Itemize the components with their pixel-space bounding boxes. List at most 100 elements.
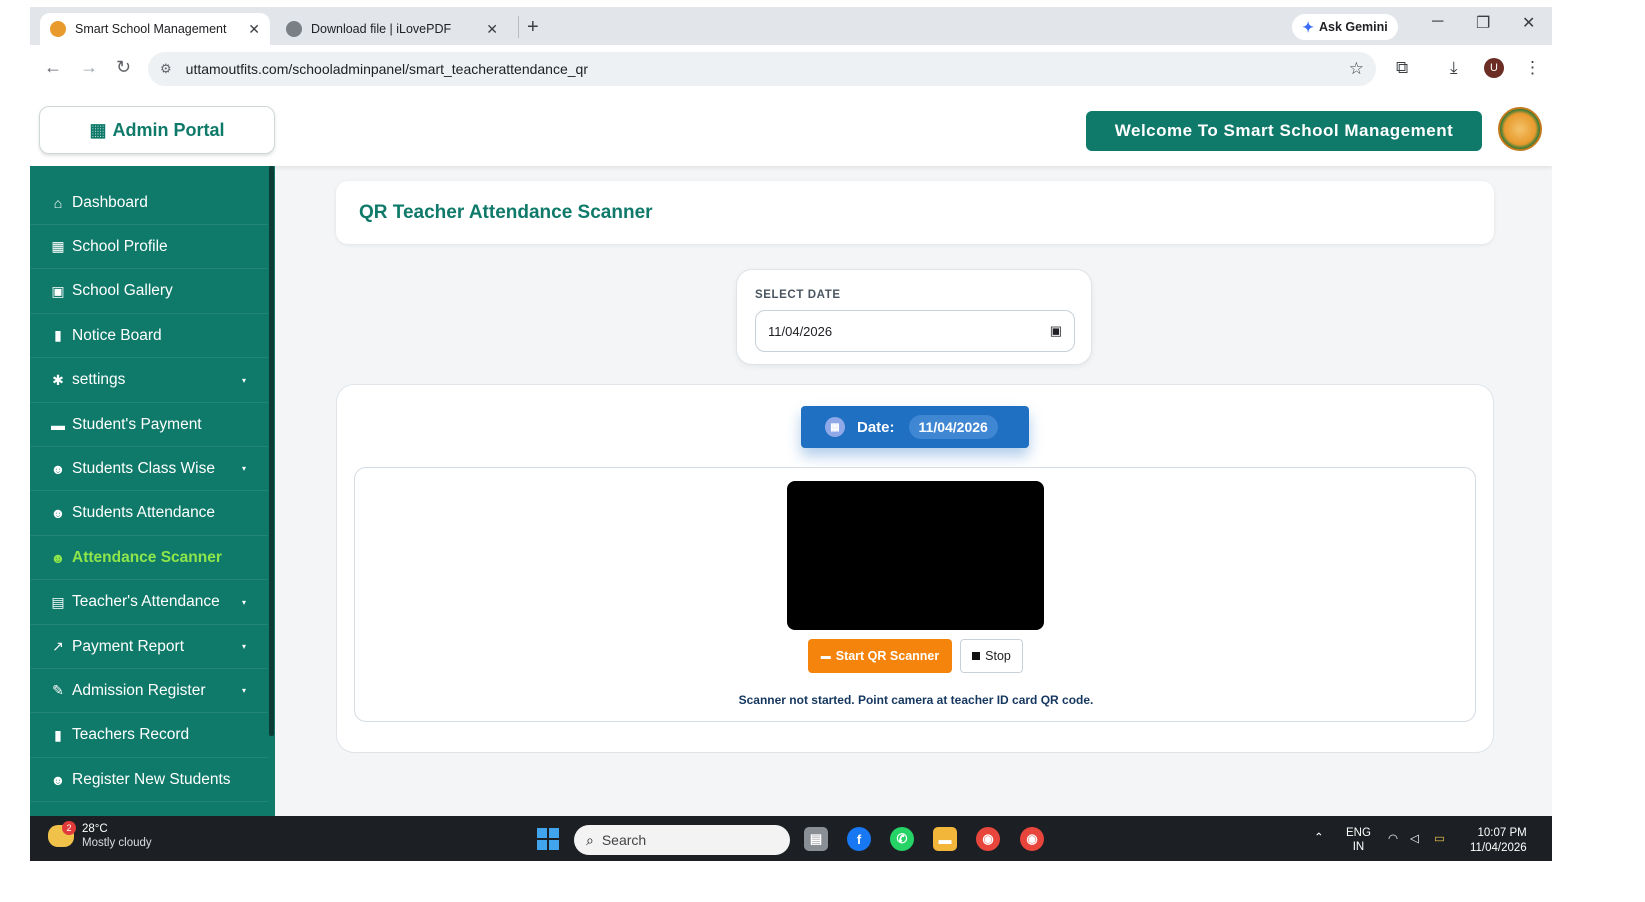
notification-badge: 2 xyxy=(62,821,76,835)
lang-bottom: IN xyxy=(1352,841,1365,853)
stop-square-icon xyxy=(972,652,981,660)
sidebar-item[interactable]: ☻ Students Attendance xyxy=(30,492,268,536)
sidebar-item[interactable]: ▣ School Gallery xyxy=(30,270,268,314)
sidebar-item-label: Teachers Record xyxy=(72,726,190,744)
address-bar[interactable]: ⚙ uttamoutfits.com/schooladminpanel/smar… xyxy=(148,52,1376,86)
site-settings-icon[interactable]: ⚙ xyxy=(160,61,172,77)
back-arrow-icon[interactable]: ← xyxy=(44,57,62,78)
file-explorer-icon[interactable]: ▬ xyxy=(933,827,957,851)
home-icon: ⌂ xyxy=(53,194,63,211)
taskbar-search-placeholder: Search xyxy=(601,832,647,848)
date-input[interactable]: 11/04/2026 ▣ xyxy=(755,310,1075,352)
camera-icon: ▣ xyxy=(51,282,65,299)
sidebar-item[interactable]: ☻ Register New Students xyxy=(30,758,268,803)
language-indicator[interactable]: ENG IN xyxy=(1346,826,1371,854)
reload-icon[interactable]: ↻ xyxy=(116,57,131,78)
sidebar-item-label: School Profile xyxy=(72,237,168,255)
sidebar-item[interactable]: ⌂ Dashboard xyxy=(30,181,268,225)
brand-label: Admin Portal xyxy=(112,119,225,140)
scanner-status: Scanner not started. Point camera at tea… xyxy=(738,693,1094,707)
system-clock[interactable]: 10:07 PM 11/04/2026 xyxy=(1470,826,1527,856)
sidebar-item-label: Admission Register xyxy=(72,681,206,699)
chrome-icon[interactable]: ◉ xyxy=(976,827,1000,851)
restore-icon[interactable]: ❐ xyxy=(1476,13,1490,33)
gemini-label: Ask Gemini xyxy=(1318,20,1388,34)
sidebar-item[interactable]: ▮ Notice Board xyxy=(30,314,268,359)
chart-line-icon: ↗ xyxy=(52,638,64,654)
credit-card-icon: ▬ xyxy=(51,416,65,433)
sidebar-item[interactable]: ✱ settings ▾ xyxy=(30,359,268,403)
sidebar-item[interactable]: ▤ Teacher's Attendance ▾ xyxy=(30,581,268,625)
forward-arrow-icon[interactable]: → xyxy=(80,57,98,78)
windows-start-icon[interactable] xyxy=(537,828,559,850)
weather-temp: 28°C xyxy=(82,823,108,835)
date-badge-value: 11/04/2026 xyxy=(908,415,998,439)
close-window-icon[interactable]: ✕ xyxy=(1522,13,1535,33)
bookmark-star-icon[interactable]: ☆ xyxy=(1349,59,1364,79)
sidebar-item-label: Student's Payment xyxy=(72,415,202,433)
chevron-down-icon: ▾ xyxy=(241,642,246,651)
sidebar-item[interactable]: ▮ Teachers Record xyxy=(30,714,268,758)
lang-top: ENG xyxy=(1346,827,1371,839)
cloudy-weather-icon: 2 xyxy=(48,821,76,847)
date-badge: ▦ Date: 11/04/2026 xyxy=(801,406,1029,448)
sidebar-scrollbar[interactable] xyxy=(269,166,274,736)
menu-kebab-icon[interactable]: ⋮ xyxy=(1524,58,1541,78)
volume-icon[interactable]: ◁ xyxy=(1410,831,1419,845)
facebook-icon[interactable]: f xyxy=(847,827,871,851)
download-icon[interactable]: ⤓ xyxy=(1450,58,1458,78)
new-tab-button[interactable]: + xyxy=(518,16,539,38)
welcome-banner: Welcome To Smart School Management xyxy=(1086,111,1482,151)
close-tab-icon[interactable]: ✕ xyxy=(248,21,260,38)
ask-gemini-button[interactable]: ✦ Ask Gemini xyxy=(1292,14,1398,40)
tab-title: Download file | iLovePDF xyxy=(311,22,452,36)
sidebar-item[interactable]: ↗ Payment Report ▾ xyxy=(30,625,268,669)
tray-chevron-icon[interactable]: ⌃ xyxy=(1314,830,1324,844)
sidebar-item[interactable]: ▦ School Profile xyxy=(30,225,268,270)
weather-desc: Mostly cloudy xyxy=(82,837,152,849)
wifi-icon[interactable]: ◠ xyxy=(1388,831,1398,845)
taskbar-search[interactable]: ⌕ Search xyxy=(574,825,790,855)
tab-strip: Smart School Management ✕ Download file … xyxy=(30,7,1552,45)
sidebar-item-label: Dashboard xyxy=(72,193,148,211)
chevron-down-icon: ▾ xyxy=(241,597,246,607)
chrome-profile-icon[interactable]: ◉ xyxy=(1020,827,1044,851)
file-signature-icon: ✎ xyxy=(52,682,64,699)
sidebar-item[interactable]: ☻ Attendance Scanner xyxy=(30,536,268,581)
battery-icon[interactable]: ▭ xyxy=(1434,831,1445,845)
sidebar-item[interactable]: ▬ Student's Payment xyxy=(30,403,268,447)
user-check-icon: ☻ xyxy=(50,505,66,522)
sidebar: ⌂ Dashboard ▦ School Profile ▣ School Gallery… xyxy=(30,166,275,816)
sidebar-item[interactable]: ☻ Students Class Wise ▾ xyxy=(30,447,268,492)
chevron-down-icon: ▾ xyxy=(241,686,246,696)
weather-widget[interactable]: 2 28°C Mostly cloudy xyxy=(48,821,152,850)
close-tab-icon[interactable]: ✕ xyxy=(486,21,498,38)
clipboard-icon: ▮ xyxy=(54,726,62,743)
tab-smart-school[interactable]: Smart School Management ✕ xyxy=(40,13,270,45)
start-qr-scanner-button[interactable]: ▬ Start QR Scanner xyxy=(808,639,952,673)
stop-button[interactable]: Stop xyxy=(960,639,1023,673)
school-logo xyxy=(1498,107,1542,151)
admin-portal-brand[interactable]: ▦ Admin Portal xyxy=(39,106,275,154)
whatsapp-icon[interactable]: ✆ xyxy=(890,827,914,851)
tab-ilovepdf[interactable]: Download file | iLovePDF ✕ xyxy=(276,13,508,45)
page-title: QR Teacher Attendance Scanner xyxy=(336,181,1494,244)
profile-avatar[interactable]: U xyxy=(1484,58,1504,78)
taskbar: 2 28°C Mostly cloudy ⌕ Search ▤ f ✆ ▬ ◉ … xyxy=(30,816,1552,861)
sidebar-item-label: School Gallery xyxy=(72,282,173,300)
globe-favicon-icon xyxy=(286,21,302,37)
task-view-icon[interactable]: ▤ xyxy=(804,827,828,851)
calendar-icon: ▦ xyxy=(825,417,845,437)
calendar-icon[interactable]: ▣ xyxy=(1050,323,1062,339)
sidebar-item-label: Register New Students xyxy=(72,770,231,788)
start-label: Start QR Scanner xyxy=(835,649,940,663)
camera-icon: ▬ xyxy=(820,650,831,662)
school-favicon-icon xyxy=(50,21,66,37)
chevron-down-icon: ▾ xyxy=(241,464,246,474)
reading-mode-icon[interactable]: ⧉ xyxy=(1396,58,1408,78)
school-icon: ▦ xyxy=(89,119,107,140)
tab-title: Smart School Management xyxy=(75,22,227,36)
sidebar-item[interactable]: ✎ Admission Register ▾ xyxy=(30,669,268,714)
minimize-icon[interactable]: ─ xyxy=(1432,13,1443,31)
gear-icon: ✱ xyxy=(52,371,64,388)
